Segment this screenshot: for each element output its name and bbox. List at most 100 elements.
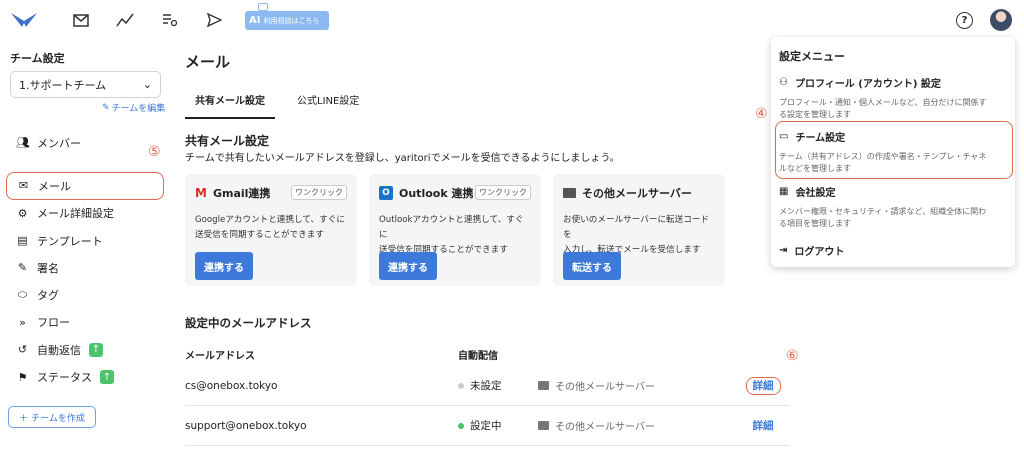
menu-item-logout[interactable]: ⇥ ログアウト (779, 243, 1007, 258)
inbox-icon: ▭ (779, 131, 789, 142)
building-icon: ▦ (779, 186, 789, 197)
create-team-button[interactable]: ＋ チームを作成 (8, 406, 96, 428)
one-click-tag: ワンクリック (291, 185, 347, 200)
sidebar-item-mail[interactable]: ✉︎ メール (6, 172, 164, 200)
menu-item-desc: る項目を管理します (779, 219, 851, 228)
sidebar-item-label: メール (38, 179, 71, 193)
address-section-title: 設定中のメールアドレス (185, 316, 312, 330)
section-title: 共有メール設定 (185, 134, 270, 148)
card-text-line: Googleアカウントと連携して、すぐに (195, 215, 345, 225)
sidebar-item-templates[interactable]: ▤ テンプレート (6, 227, 164, 254)
menu-item-label: 会社設定 (795, 188, 836, 199)
menu-item-desc: メンバー権限・セキュリティ・請求など、組織全体に関わ (779, 207, 987, 216)
outlook-connect-button[interactable]: 連携する (379, 252, 437, 280)
card-text-line: 送受信を同期することができます (195, 230, 324, 240)
annotation-5: ⑤ (148, 144, 161, 160)
menu-item-desc: チーム（共有アドレス）の作成や署名・テンプレ・チャネ (779, 152, 987, 161)
sidebar-item-label: ステータス (37, 371, 92, 385)
integration-cards: M Gmail連携 ワンクリック Googleアカウントと連携して、すぐに 送受… (185, 174, 725, 286)
server-cell: その他メールサーバー (538, 378, 738, 393)
flag-icon: ⚑ (17, 370, 28, 384)
server-label: その他メールサーバー (555, 422, 655, 433)
sidebar-title: チーム設定 (10, 52, 65, 65)
menu-title: 設定メニュー (779, 50, 845, 63)
address-table: メールアドレス 自動配信 cs@onebox.tokyo 未設定 その他メールサ… (185, 342, 790, 446)
status-dot-icon (458, 422, 464, 429)
mail-icon (563, 188, 576, 198)
sidebar-item-label: タグ (37, 289, 59, 303)
analytics-icon[interactable] (116, 11, 134, 29)
pen-icon: ✎ (17, 261, 28, 275)
annotation-6: ⑥ (786, 348, 799, 364)
status-label: 未設定 (470, 380, 502, 392)
mail-icon (538, 421, 549, 430)
history-icon: ↺ (17, 343, 28, 357)
card-title: Gmail連携 (212, 187, 271, 200)
document-icon: ▤ (17, 234, 28, 248)
tab-shared-mail[interactable]: 共有メール設定 (185, 95, 275, 119)
status-label: 設定中 (470, 420, 502, 432)
plus-icon: ＋ (19, 413, 29, 424)
sidebar-item-signature[interactable]: ✎ 署名 (6, 254, 164, 281)
detail-link[interactable]: 詳細 (738, 377, 788, 395)
outlook-icon: O (379, 186, 393, 200)
send-icon[interactable] (205, 11, 223, 29)
sidebar-item-members[interactable]: 👥︎ メンバー (6, 129, 164, 156)
gear-icon: ⚙︎ (17, 206, 28, 220)
logo-icon[interactable] (10, 10, 38, 30)
sidebar-item-mail-detail[interactable]: ⚙︎ メール詳細設定 (6, 200, 164, 227)
email-cell: support@onebox.tokyo (185, 419, 307, 432)
gmail-card: M Gmail連携 ワンクリック Googleアカウントと連携して、すぐに 送受… (185, 174, 357, 286)
sidebar-item-label: メンバー (37, 136, 81, 150)
upgrade-icon: ↑ (89, 342, 103, 357)
column-header-email: メールアドレス (185, 350, 255, 362)
other-server-card: その他メールサーバー お使いのメールサーバーに転送コードを 入力し、転送でメール… (553, 174, 725, 286)
email-cell: cs@onebox.tokyo (185, 379, 278, 392)
team-edit-link[interactable]: ✎ チームを編集 (102, 101, 165, 115)
gmail-connect-button[interactable]: 連携する (195, 252, 253, 280)
logout-icon: ⇥ (779, 245, 788, 256)
top-bar: AI 利用相談はこちら ? (0, 0, 1024, 40)
team-select[interactable]: 1.サポートチーム ⌄ (10, 71, 161, 98)
menu-item-desc: ルなどを管理します (779, 164, 851, 173)
tab-line[interactable]: 公式LINE設定 (297, 95, 359, 119)
sidebar-item-flow[interactable]: » フロー (6, 309, 164, 336)
sidebar-item-label: 自動返信 (37, 343, 81, 357)
menu-item-profile[interactable]: ⚇ プロフィール (アカウント) 設定 プロフィール・通知・個人メールなど、自分… (779, 75, 1007, 121)
sidebar-item-auto-reply[interactable]: ↺ 自動返信 ↑ (6, 336, 164, 363)
sidebar-item-label: メール詳細設定 (37, 207, 114, 221)
avatar[interactable] (990, 9, 1012, 31)
sidebar-item-status[interactable]: ⚑ ステータス ↑ (6, 363, 164, 390)
tab-bar: 共有メール設定 公式LINE設定 (185, 95, 790, 119)
ai-consult-button[interactable]: AI 利用相談はこちら (245, 11, 329, 30)
sidebar-item-label: フロー (37, 316, 70, 330)
column-header-auto: 自動配信 (458, 350, 498, 362)
tag-icon: ⬭ (17, 288, 28, 302)
sidebar-item-tags[interactable]: ⬭ タグ (6, 281, 164, 308)
person-icon: ⚇ (779, 77, 788, 88)
forward-button[interactable]: 転送する (563, 252, 621, 280)
flow-icon: » (19, 315, 26, 329)
card-text-line: お使いのメールサーバーに転送コードを (563, 215, 710, 240)
ai-label: AI (249, 15, 261, 26)
robot-icon (258, 3, 268, 11)
list-icon[interactable] (161, 11, 179, 29)
mail-icon (538, 381, 549, 390)
table-row: support@onebox.tokyo 設定中 その他メールサーバー 詳細 (185, 406, 790, 446)
gmail-icon: M (195, 186, 207, 200)
menu-item-desc: る設定を管理します (779, 110, 851, 119)
mail-icon[interactable] (72, 11, 90, 29)
page-title: メール (185, 53, 231, 71)
server-label: その他メールサーバー (555, 382, 655, 393)
status-dot-icon (458, 382, 464, 389)
detail-link[interactable]: 詳細 (738, 418, 788, 433)
settings-menu: 設定メニュー ⚇ プロフィール (アカウント) 設定 プロフィール・通知・個人メ… (771, 37, 1015, 267)
menu-item-company[interactable]: ▦ 会社設定 メンバー権限・セキュリティ・請求など、組織全体に関わ る項目を管理… (779, 184, 1007, 230)
menu-item-team[interactable]: ▭ チーム設定 チーム（共有アドレス）の作成や署名・テンプレ・チャネ ルなどを管… (779, 129, 1007, 175)
team-select-value: 1.サポートチーム (19, 78, 107, 92)
card-title: その他メールサーバー (582, 187, 692, 200)
help-icon[interactable]: ? (956, 12, 973, 29)
mail-icon: ✉︎ (18, 179, 29, 193)
outlook-card: O Outlook 連携 ワンクリック Outlookアカウントと連携して、すぐ… (369, 174, 541, 286)
chevron-down-icon: ⌄ (142, 78, 152, 91)
